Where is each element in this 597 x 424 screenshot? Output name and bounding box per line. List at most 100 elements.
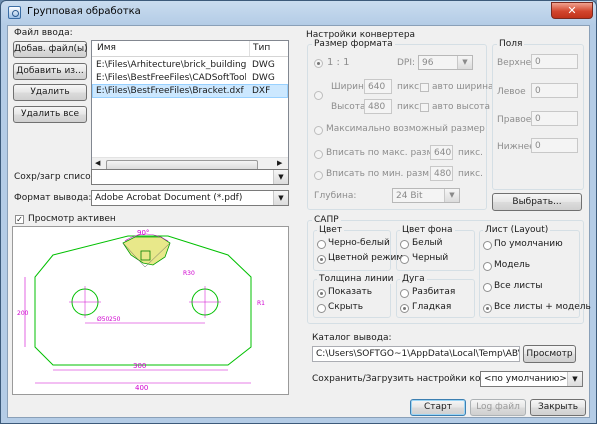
fit-max-field[interactable]: 640 <box>430 145 453 160</box>
auto-width-checkbox[interactable] <box>420 83 429 92</box>
color-color-radio[interactable] <box>317 255 326 264</box>
fit-min-radio[interactable] <box>314 171 323 180</box>
lineweight-title: Толщина линии <box>317 274 396 284</box>
background-title: Цвет фона <box>400 225 455 235</box>
bracket-drawing: 250 Ø50 300 400 200 R1 R30 90° <box>17 229 265 392</box>
output-format-label: Формат вывода: <box>14 193 92 203</box>
color-bw-label: Черно-белый <box>328 238 390 248</box>
layout-all-radio[interactable] <box>483 283 492 292</box>
save-load-list-label: Сохр/загр список: <box>14 172 100 182</box>
height-field[interactable]: 480 <box>364 99 392 114</box>
fit-min-label: Вписать по мин. разм. <box>326 169 432 179</box>
output-format-combo[interactable]: Adobe Acrobat Document (*.pdf) ▼ <box>91 190 289 206</box>
dpi-combo[interactable]: 96 ▼ <box>418 55 473 70</box>
chevron-down-icon: ▼ <box>273 191 288 205</box>
preview-checkbox[interactable]: ✓ <box>15 215 24 224</box>
dpi-label: DPI: <box>397 58 416 68</box>
output-dir-field[interactable]: C:\Users\SOFTGO~1\AppData\Local\Temp\ABV… <box>312 346 520 362</box>
color-color-label: Цветной режим <box>328 253 404 263</box>
add-from-button[interactable]: Добавить из... <box>13 63 87 80</box>
layout-default-radio[interactable] <box>483 241 492 250</box>
save-load-settings-combo[interactable]: <по умолчанию> ▼ <box>480 371 583 387</box>
output-format-value: Adobe Acrobat Document (*.pdf) <box>95 193 243 203</box>
file-row[interactable]: E:\Files\Arhitecture\brick_building\bui.… <box>93 59 287 71</box>
file-row[interactable]: E:\Files\BestFreeFiles\CADSoftTools.d...… <box>93 72 287 84</box>
margin-left-label: Левое <box>497 87 526 97</box>
arc-smooth-radio[interactable] <box>400 304 409 313</box>
column-type[interactable]: Тип <box>253 43 270 53</box>
dim-r50: Ø50 <box>97 316 110 323</box>
column-name[interactable]: Имя <box>97 43 116 53</box>
save-load-list-combo[interactable]: ▼ <box>91 169 289 185</box>
close-button[interactable]: Закрыть <box>530 399 586 416</box>
lw-show-radio[interactable] <box>317 289 326 298</box>
auto-width-label: авто ширина <box>432 82 494 92</box>
auto-height-checkbox[interactable] <box>420 103 429 112</box>
file-row-selected[interactable]: E:\Files\BestFreeFiles\Bracket.dxf DXF <box>92 84 288 98</box>
fit-min-unit: пикс. <box>458 169 483 179</box>
arc-split-label: Разбитая <box>412 287 456 297</box>
chevron-down-icon: ▼ <box>457 56 472 69</box>
chevron-down-icon: ▼ <box>444 189 459 202</box>
window-title: Групповая обработка <box>27 6 141 17</box>
file-type: DXF <box>252 86 271 96</box>
close-window-button[interactable]: ✕ <box>551 2 593 19</box>
lw-hide-label: Скрыть <box>328 302 364 312</box>
ratio-radio[interactable] <box>314 59 323 68</box>
height-label: Высота <box>331 102 366 112</box>
arc-title: Дуга <box>400 274 427 284</box>
file-list-header: Имя Тип <box>92 41 288 57</box>
bg-white-radio[interactable] <box>400 240 409 249</box>
scroll-right-icon[interactable]: ▶ <box>277 159 282 167</box>
ratio-label: 1 : 1 <box>327 57 350 68</box>
file-list[interactable]: Имя Тип E:\Files\Arhitecture\brick_build… <box>91 40 289 172</box>
max-size-radio[interactable] <box>314 126 323 135</box>
delete-all-button[interactable]: Удалить все <box>13 106 87 123</box>
depth-label: Глубина: <box>314 191 357 201</box>
lw-hide-radio[interactable] <box>317 304 326 313</box>
dim-r1: R1 <box>257 300 265 307</box>
delete-button[interactable]: Удалить <box>13 84 87 101</box>
output-dir-label: Каталог вывода: <box>312 333 392 343</box>
batch-processing-window: Групповая обработка ✕ Файл ввода: Добав.… <box>0 0 597 424</box>
log-file-button[interactable]: Log файл <box>470 399 526 416</box>
save-load-settings-value: <по умолчанию> <box>484 374 567 384</box>
margin-bottom-field[interactable]: 0 <box>531 138 578 153</box>
bg-black-radio[interactable] <box>400 255 409 264</box>
height-unit: пикс. <box>397 102 422 112</box>
custom-size-radio[interactable] <box>314 91 323 100</box>
color-title: Цвет <box>317 225 345 235</box>
start-button[interactable]: Старт <box>410 399 466 416</box>
margins-title: Поля <box>497 39 525 49</box>
width-unit: пикс. <box>397 82 422 92</box>
width-field[interactable]: 640 <box>364 79 392 94</box>
drawing-preview: 250 Ø50 300 400 200 R1 R30 90° <box>12 226 289 395</box>
fit-min-field[interactable]: 480 <box>430 166 453 181</box>
browse-button[interactable]: Просмотр <box>523 345 576 363</box>
arc-split-radio[interactable] <box>400 289 409 298</box>
dim-angle: 90° <box>137 229 149 237</box>
depth-combo[interactable]: 24 Bit ▼ <box>392 188 460 203</box>
margin-left-field[interactable]: 0 <box>531 83 578 98</box>
file-name: E:\Files\BestFreeFiles\Bracket.dxf <box>96 86 244 96</box>
margin-top-field[interactable]: 0 <box>531 54 578 69</box>
max-size-label: Максимально возможный размер <box>326 124 485 134</box>
margin-bottom-label: Нижнее <box>497 142 535 152</box>
layout-model-radio[interactable] <box>483 262 492 271</box>
add-files-button[interactable]: Добав. файл(ы) <box>13 41 88 58</box>
layout-title: Лист (Layout) <box>483 225 551 235</box>
color-bw-radio[interactable] <box>317 240 326 249</box>
bg-black-label: Черный <box>412 253 449 263</box>
select-button[interactable]: Выбрать... <box>492 193 582 211</box>
layout-all-model-radio[interactable] <box>483 304 492 313</box>
dialog-body: Файл ввода: Добав. файл(ы) Добавить из..… <box>7 25 591 418</box>
fit-max-radio[interactable] <box>314 150 323 159</box>
margin-right-field[interactable]: 0 <box>531 111 578 126</box>
fit-max-unit: пикс. <box>458 148 483 158</box>
depth-value: 24 Bit <box>396 191 423 201</box>
lw-show-label: Показать <box>328 287 373 297</box>
column-divider <box>249 41 250 56</box>
scroll-left-icon[interactable]: ◀ <box>95 159 100 167</box>
layout-all-label: Все листы <box>494 281 543 291</box>
file-name: E:\Files\BestFreeFiles\CADSoftTools.d... <box>96 73 246 83</box>
